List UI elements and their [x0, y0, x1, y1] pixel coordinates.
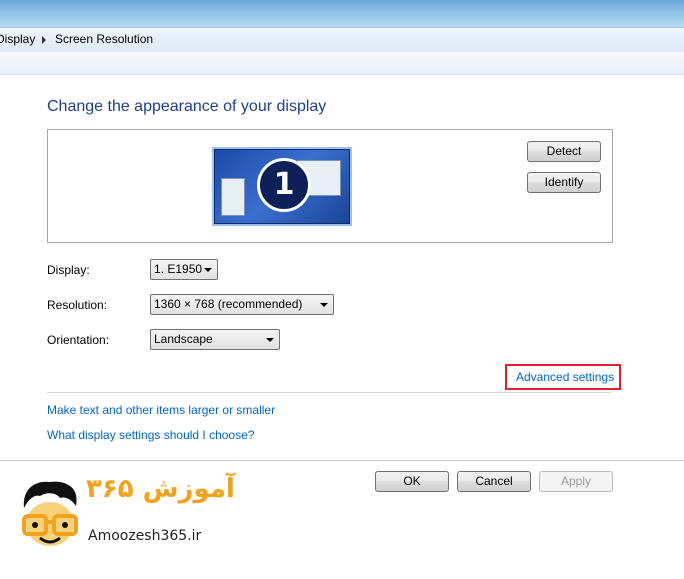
display-select[interactable]: 1. E1950: [150, 259, 218, 280]
orientation-label: Orientation:: [47, 333, 110, 347]
display-label: Display:: [47, 263, 90, 277]
monitor-number-badge: 1: [257, 158, 311, 212]
footer-divider: [0, 460, 684, 461]
address-bar[interactable]: Display Screen Resolution: [0, 27, 684, 53]
display-select-value: 1. E1950: [154, 262, 203, 276]
resolution-select[interactable]: 1360 × 768 (recommended): [150, 294, 334, 315]
watermark-brand-url: Amoozesh365.ir: [88, 528, 202, 544]
orientation-select[interactable]: Landscape: [150, 329, 280, 350]
toolbar-strip: [0, 52, 684, 75]
chevron-down-icon: [320, 303, 328, 307]
display-settings-help-link[interactable]: What display settings should I choose?: [47, 428, 254, 442]
breadcrumb-separator-icon[interactable]: [42, 36, 46, 44]
watermark-brand-persian: آموزش ۳۶۵: [86, 474, 235, 504]
page-title: Change the appearance of your display: [47, 98, 327, 115]
advanced-settings-link[interactable]: Advanced settings: [516, 370, 614, 384]
breadcrumb-display[interactable]: Display: [0, 31, 35, 47]
resolution-select-value: 1360 × 768 (recommended): [154, 297, 303, 311]
chevron-down-icon: [204, 268, 212, 272]
mini-window-icon: [221, 178, 245, 216]
chevron-down-icon: [266, 338, 274, 342]
monitor-icon[interactable]: 1: [214, 149, 350, 224]
detect-button[interactable]: Detect: [527, 141, 601, 162]
section-divider: [47, 392, 611, 393]
ok-button[interactable]: OK: [375, 471, 449, 492]
identify-button[interactable]: Identify: [527, 172, 601, 193]
apply-button[interactable]: Apply: [539, 471, 613, 492]
cancel-button[interactable]: Cancel: [457, 471, 531, 492]
breadcrumb-screen-resolution[interactable]: Screen Resolution: [55, 31, 153, 47]
window-titlebar: [0, 0, 684, 28]
resolution-label: Resolution:: [47, 298, 108, 312]
orientation-select-value: Landscape: [154, 332, 213, 346]
larger-text-link[interactable]: Make text and other items larger or smal…: [47, 403, 275, 417]
mascot-logo-icon: [22, 481, 78, 546]
